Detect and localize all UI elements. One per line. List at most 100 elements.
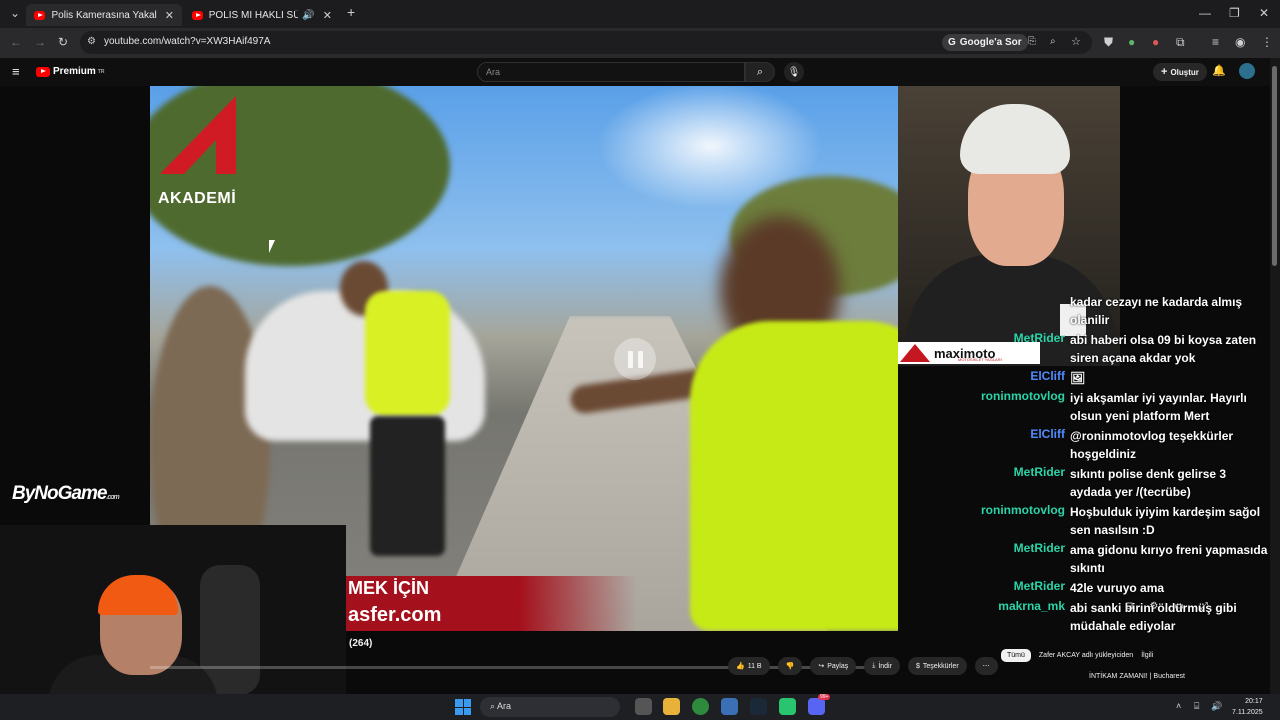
tray-chevron-icon[interactable]: ˄ xyxy=(1176,701,1181,711)
extensions-puzzle-icon[interactable]: ⧉ xyxy=(1176,35,1185,50)
share-icon: ↪ xyxy=(818,663,825,670)
media-control-icon[interactable]: ≡ xyxy=(1212,35,1219,49)
officer-left-vest xyxy=(365,291,450,416)
tab-search-icon[interactable]: ⌄ xyxy=(10,6,20,20)
minimize-icon[interactable]: — xyxy=(1199,6,1211,20)
miniplayer-icon[interactable]: ▭ xyxy=(1174,601,1183,612)
window-close-icon[interactable]: ✕ xyxy=(1259,6,1269,20)
browser-menu-icon[interactable]: ⋮ xyxy=(1261,35,1273,49)
notifications-bell-icon[interactable]: 🔔 xyxy=(1212,64,1226,77)
shield-extension-icon[interactable]: ⛊ xyxy=(1104,35,1113,50)
chat-text: kadar cezayı ne kadarda almış olanilir xyxy=(1070,295,1243,327)
browser-tab-strip: ⌄ Polis Kamerasına Yakalanan En ✕ POLİS … xyxy=(0,0,1280,28)
start-button[interactable] xyxy=(455,699,471,715)
back-icon[interactable]: ← xyxy=(10,35,22,49)
chat-username[interactable]: MetRider xyxy=(920,541,1070,577)
chat-text: @roninmotovlog teşekkürler hoşgeldiniz xyxy=(1070,429,1234,461)
share-label: Paylaş xyxy=(827,662,849,670)
dislike-button[interactable]: 👎 xyxy=(777,657,803,675)
thanks-icon: $ xyxy=(915,662,920,670)
chip-all[interactable]: Tümü xyxy=(1001,649,1031,662)
profile-icon[interactable]: ◉ xyxy=(1235,35,1245,49)
search-button[interactable]: ⌕ xyxy=(745,62,775,82)
more-actions-button[interactable]: ⋯ xyxy=(974,657,998,675)
scrollbar-thumb[interactable] xyxy=(1272,66,1277,266)
search-input[interactable]: Ara xyxy=(477,62,745,82)
maximize-icon[interactable]: ❐ xyxy=(1229,6,1240,20)
chat-overlay: kadar cezayı ne kadarda almış olanilir Me… xyxy=(920,293,1280,637)
tab-close-icon[interactable]: ✕ xyxy=(323,9,332,22)
download-button[interactable]: ⤓ İndir xyxy=(864,657,900,675)
thanks-button[interactable]: $ Teşekkürler xyxy=(907,657,967,675)
install-app-icon[interactable]: ⎘ xyxy=(1028,36,1036,47)
chat-username[interactable]: ElCliff xyxy=(920,369,1070,387)
audio-playing-icon[interactable]: 🔊 xyxy=(302,10,314,21)
more-icon: ⋯ xyxy=(982,663,990,670)
avatar[interactable] xyxy=(1239,63,1255,79)
chat-username[interactable]: roninmotovlog xyxy=(920,389,1070,425)
chip-uploader[interactable]: Zafer AKCAY adlı yükleyiciden xyxy=(1039,652,1133,659)
chat-username[interactable]: ElCliff xyxy=(920,427,1070,463)
chat-username[interactable]: MetRider xyxy=(920,579,1070,597)
youtube-header: ≡ Premium TR Ara ⌕ 🎙 + Oluştur 🔔 xyxy=(0,58,1280,86)
volume-icon[interactable]: 🔊 xyxy=(1211,701,1222,712)
reload-icon[interactable]: ↻ xyxy=(58,35,68,49)
player-controls: ⊟ ⚙ ▭ ⤢ xyxy=(1125,601,1208,612)
youtube-premium-label: Premium xyxy=(53,66,96,77)
extension-red-icon[interactable]: ● xyxy=(1152,35,1159,49)
extension-green-icon[interactable]: ● xyxy=(1128,35,1135,49)
chat-message: MetRider abi haberi olsa 09 bi koysa zate… xyxy=(920,331,1280,367)
chat-username[interactable]: MetRider xyxy=(920,331,1070,367)
gaming-chair xyxy=(200,565,260,694)
taskbar-clock[interactable]: 20:17 7.11.2025 xyxy=(1232,696,1263,718)
new-tab-button[interactable]: + xyxy=(347,4,355,20)
subtitles-icon[interactable]: ⊟ xyxy=(1125,601,1133,612)
share-button[interactable]: ↪ Paylaş xyxy=(810,657,857,675)
hamburger-menu-icon[interactable]: ≡ xyxy=(12,64,20,79)
chip-related[interactable]: İlgili xyxy=(1141,652,1153,659)
site-info-icon[interactable]: ⚙ xyxy=(87,36,96,47)
task-view-icon[interactable] xyxy=(635,698,652,715)
forward-icon[interactable]: → xyxy=(34,35,46,49)
chat-username[interactable]: makrna_mk xyxy=(920,599,1070,635)
taskbar-search-label: Ara xyxy=(497,701,512,711)
tab-close-icon[interactable]: ✕ xyxy=(165,9,174,22)
chat-message: MetRider ama gidonu kırıyo freni yapmasıd… xyxy=(920,541,1280,577)
zoom-icon[interactable]: ⌕ xyxy=(1050,36,1056,47)
tab-2[interactable]: POLİS Mİ HAKLI SÜRÜCÜ M 🔊 ✕ xyxy=(184,4,340,26)
comment-count: (264) xyxy=(349,638,373,649)
chat-username[interactable]: roninmotovlog xyxy=(920,503,1070,539)
clock-time: 20:17 xyxy=(1245,698,1263,705)
google-sor-button[interactable]: G Google'a Sor xyxy=(942,34,1028,51)
page-scrollbar[interactable] xyxy=(1270,58,1280,694)
settings-gear-icon[interactable]: ⚙ xyxy=(1149,601,1158,612)
like-count: 11 B xyxy=(747,662,762,670)
file-explorer-icon[interactable] xyxy=(663,698,680,715)
like-button[interactable]: 👍 11 B xyxy=(728,657,770,675)
chrome-icon[interactable] xyxy=(692,698,709,715)
next-video-title[interactable]: İNTİKAM ZAMANI! | Bucharest xyxy=(1089,673,1185,680)
fullscreen-icon[interactable]: ⤢ xyxy=(1200,601,1208,612)
discord-icon[interactable] xyxy=(808,698,825,715)
chat-message: ElCliff @roninmotovlog teşekkürler hoşgel… xyxy=(920,427,1280,463)
taskbar-search[interactable]: ⌕ Ara xyxy=(480,697,620,717)
chat-username[interactable] xyxy=(920,293,1070,329)
chat-message: roninmotovlog Hoşbulduk iyiyim kardeşim s… xyxy=(920,503,1280,539)
bookmark-star-icon[interactable]: ☆ xyxy=(1071,35,1081,48)
windows-taskbar: ⌕ Ara 99+ ˄ ⌸ 🔊 20:17 7.11.2025 xyxy=(0,694,1280,720)
chat-username[interactable]: MetRider xyxy=(920,465,1070,501)
network-icon[interactable]: ⌸ xyxy=(1194,701,1199,712)
address-bar[interactable]: ⚙ youtube.com/watch?v=XW3HAif497A G Goog… xyxy=(80,31,1092,54)
steam-icon[interactable] xyxy=(750,698,767,715)
voice-search-button[interactable]: 🎙 xyxy=(784,62,804,82)
youtube-logo[interactable]: Premium TR xyxy=(36,66,104,77)
app-icon[interactable] xyxy=(721,698,738,715)
chat-text: sıkıntı polise denk gelirse 3 aydada yer… xyxy=(1070,467,1227,499)
app-green-icon[interactable] xyxy=(779,698,796,715)
chat-message: makrna_mk abi sanki birini öldürmüş gibi … xyxy=(920,599,1280,635)
pause-icon[interactable] xyxy=(614,338,656,380)
tab-1[interactable]: Polis Kamerasına Yakalanan En ✕ xyxy=(26,4,182,26)
create-button[interactable]: + Oluştur xyxy=(1153,63,1207,81)
akademi-label: AKADEMİ xyxy=(158,190,237,207)
plus-icon: + xyxy=(1161,66,1168,78)
